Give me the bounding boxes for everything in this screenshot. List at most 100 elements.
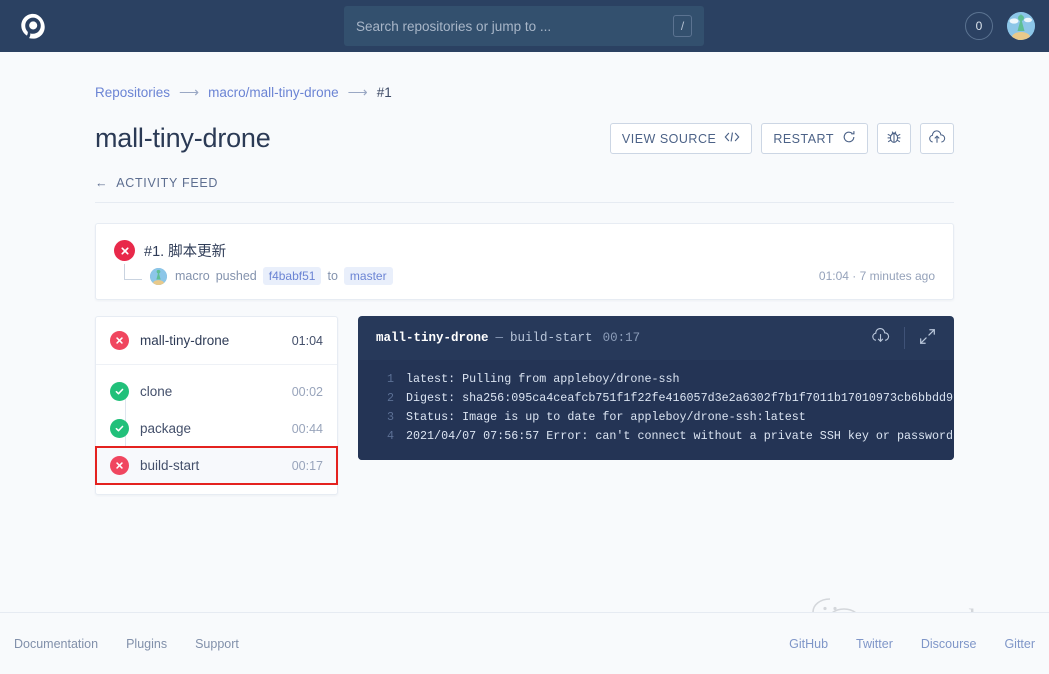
log-title-dash: — (496, 331, 504, 345)
activity-feed-label: ACTIVITY FEED (116, 176, 218, 190)
step-item-clone[interactable]: clone 00:02 (96, 373, 337, 410)
log-step-name: build-start (510, 331, 593, 345)
log-step-duration: 00:17 (603, 331, 641, 345)
build-time-separator: · (852, 269, 856, 283)
log-panel-actions (871, 327, 936, 349)
build-relative-time: 7 minutes ago (860, 269, 935, 283)
page-content: Repositories ⟶ macro/mall-tiny-drone ⟶ #… (0, 52, 1049, 495)
page-footer: Documentation Plugins Support GitHub Twi… (0, 612, 1049, 674)
log-line: 2 Digest: sha256:095ca4ceafcb751f1f22fe4… (358, 389, 954, 408)
navbar-right-actions: 0 (965, 0, 1035, 52)
pipeline-status-failure-icon (110, 331, 129, 350)
log-line-number: 3 (368, 408, 394, 427)
build-to-label: to (327, 269, 337, 283)
build-commit-chip[interactable]: f4babf51 (263, 267, 322, 285)
search-placeholder: Search repositories or jump to ... (356, 19, 673, 34)
header-actions: VIEW SOURCE RESTART (610, 123, 954, 154)
footer-link-support[interactable]: Support (195, 637, 239, 651)
breadcrumb: Repositories ⟶ macro/mall-tiny-drone ⟶ #… (95, 52, 954, 101)
build-summary-card[interactable]: #1. 脚本更新 macro pushed f4babf51 to (95, 223, 954, 300)
search-input[interactable]: Search repositories or jump to ... / (344, 6, 704, 46)
step-label: clone (140, 384, 172, 399)
build-title-row: #1. 脚本更新 (114, 240, 935, 261)
promote-button[interactable] (920, 123, 954, 154)
footer-link-discourse[interactable]: Discourse (921, 637, 977, 651)
notification-count-badge[interactable]: 0 (965, 12, 993, 40)
build-time: 01:04 (819, 269, 849, 283)
cloud-upload-icon (928, 130, 946, 148)
drone-build-page: Search repositories or jump to ... / 0 R… (0, 0, 1049, 674)
bug-icon (886, 129, 902, 148)
footer-left-links: Documentation Plugins Support (14, 637, 239, 651)
log-line: 4 2021/04/07 07:56:57 Error: can't conne… (358, 427, 954, 446)
breadcrumb-repositories[interactable]: Repositories (95, 85, 170, 100)
restart-circle-icon (842, 130, 856, 147)
log-repo-name: mall-tiny-drone (376, 331, 489, 345)
log-line-number: 4 (368, 427, 394, 446)
status-badge-failure-icon (114, 240, 135, 261)
step-duration: 00:02 (292, 385, 323, 399)
log-line-text: 2021/04/07 07:56:57 Error: can't connect… (406, 427, 953, 446)
log-panel-header: mall-tiny-drone — build-start 00:17 (358, 316, 954, 360)
step-status-success-icon (110, 419, 129, 438)
page-header-row: mall-tiny-drone VIEW SOURCE RESTART (95, 123, 954, 154)
build-author: macro (175, 269, 210, 283)
step-status-success-icon (110, 382, 129, 401)
pipeline-name: mall-tiny-drone (140, 333, 229, 348)
code-brackets-icon (724, 131, 740, 146)
log-line: 3 Status: Image is up to date for appleb… (358, 408, 954, 427)
build-branch-chip[interactable]: master (344, 267, 393, 285)
footer-link-twitter[interactable]: Twitter (856, 637, 893, 651)
activity-feed-link[interactable]: ← ACTIVITY FEED (95, 176, 954, 190)
build-action: pushed (216, 269, 257, 283)
step-pipeline-header[interactable]: mall-tiny-drone 01:04 (96, 317, 337, 365)
footer-link-plugins[interactable]: Plugins (126, 637, 167, 651)
view-source-label: VIEW SOURCE (622, 132, 716, 146)
step-item-build-start[interactable]: build-start 00:17 (96, 447, 337, 484)
step-status-failure-icon (110, 456, 129, 475)
step-duration: 00:17 (292, 459, 323, 473)
step-list-panel: mall-tiny-drone 01:04 clone 00:02 (95, 316, 338, 495)
search-shortcut-key: / (673, 15, 692, 37)
log-line-text: latest: Pulling from appleboy/drone-ssh (406, 370, 680, 389)
tree-connector (124, 264, 142, 280)
back-arrow-icon: ← (95, 176, 108, 190)
restart-button[interactable]: RESTART (761, 123, 868, 154)
drone-logo-icon[interactable] (14, 7, 52, 45)
log-line-number: 2 (368, 389, 394, 408)
log-actions-divider (904, 327, 905, 349)
avatar[interactable] (1007, 12, 1035, 40)
step-label: package (140, 421, 191, 436)
log-line-text: Digest: sha256:095ca4ceafcb751f1f22fe416… (406, 389, 954, 408)
breadcrumb-repo[interactable]: macro/mall-tiny-drone (208, 85, 339, 100)
build-detail-row: mall-tiny-drone 01:04 clone 00:02 (95, 316, 954, 495)
footer-right-links: GitHub Twitter Discourse Gitter (789, 637, 1035, 651)
debug-button[interactable] (877, 123, 911, 154)
pipeline-duration: 01:04 (292, 334, 323, 348)
build-title: #1. 脚本更新 (144, 240, 226, 261)
build-meta: macro pushed f4babf51 to master (175, 267, 393, 285)
step-label: build-start (140, 458, 199, 473)
breadcrumb-separator-icon: ⟶ (179, 84, 199, 101)
log-line: 1 latest: Pulling from appleboy/drone-ss… (358, 370, 954, 389)
breadcrumb-build-number: #1 (377, 85, 392, 100)
log-panel: mall-tiny-drone — build-start 00:17 (358, 316, 954, 460)
header-divider (95, 202, 954, 203)
step-item-package[interactable]: package 00:44 (96, 410, 337, 447)
author-avatar (150, 268, 167, 285)
step-items: clone 00:02 package 00:44 (96, 365, 337, 484)
log-line-number: 1 (368, 370, 394, 389)
build-timestamp: 01:04 · 7 minutes ago (819, 269, 935, 283)
footer-link-gitter[interactable]: Gitter (1004, 637, 1035, 651)
view-source-button[interactable]: VIEW SOURCE (610, 123, 752, 154)
expand-arrows-icon[interactable] (919, 328, 936, 349)
log-line-text: Status: Image is up to date for appleboy… (406, 408, 806, 427)
top-navbar: Search repositories or jump to ... / 0 (0, 0, 1049, 52)
page-title: mall-tiny-drone (95, 123, 271, 154)
restart-label: RESTART (773, 132, 834, 146)
step-duration: 00:44 (292, 422, 323, 436)
footer-link-documentation[interactable]: Documentation (14, 637, 98, 651)
cloud-download-icon[interactable] (871, 328, 890, 348)
footer-link-github[interactable]: GitHub (789, 637, 828, 651)
log-output[interactable]: 1 latest: Pulling from appleboy/drone-ss… (358, 360, 954, 460)
